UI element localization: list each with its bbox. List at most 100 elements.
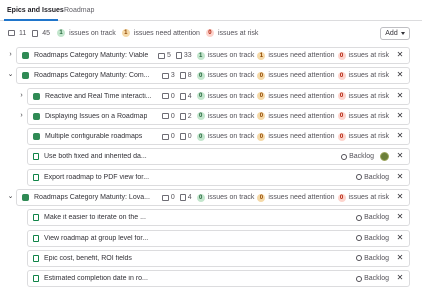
close-icon[interactable]: ✕ (396, 253, 404, 262)
risk-badge: 0 (337, 71, 346, 80)
epic-meta: 0 2 0 issues on track 0 issues need attent… (161, 109, 389, 124)
attention-badge: 1 (121, 29, 130, 37)
tab-roadmap[interactable]: Roadmap (64, 7, 94, 14)
child-epic-count: 5 (166, 52, 171, 59)
issue-row[interactable]: Epic cost, benefit, ROI fields Backlog ✕ (27, 249, 410, 267)
close-icon[interactable]: ✕ (396, 233, 404, 242)
chevron-right-icon[interactable]: › (18, 92, 25, 99)
close-icon[interactable]: ✕ (396, 71, 404, 79)
epic-icon (161, 194, 169, 201)
issue-row[interactable]: Use both fixed and inherited da... Backl… (27, 148, 410, 166)
add-button[interactable]: Add (380, 27, 410, 40)
epic-meta: 0 0 0 issues on track 0 issues need attent… (161, 129, 389, 144)
epic-title[interactable]: Roadmaps Category Maturity: Com... (34, 72, 150, 79)
child-epic-count: 0 (170, 112, 175, 120)
epic-icon (22, 194, 29, 202)
epic-row[interactable]: Roadmaps Category Maturity: Com... 3 8 0… (16, 67, 410, 85)
epic-row[interactable]: Roadmaps Category Maturity: Lova... 0 4 … (16, 189, 410, 207)
issue-icon (179, 112, 186, 120)
issue-row[interactable]: Make it easier to iterate on the ... Bac… (27, 209, 410, 227)
avatar[interactable] (380, 152, 389, 162)
chevron-down-icon[interactable]: ⌄ (7, 193, 14, 200)
epic-icon (33, 92, 40, 100)
risk-label: issues at risk (348, 112, 389, 120)
milestone-status: Backlog (364, 234, 389, 242)
issue-meta: Backlog (356, 251, 389, 266)
epic-title[interactable]: Reactive and Real Time interacti... (45, 93, 152, 100)
epic-row[interactable]: Reactive and Real Time interacti... 0 4 … (27, 87, 410, 105)
issue-icon (179, 72, 186, 80)
issue-row[interactable]: View roadmap at group level for... Backl… (27, 229, 410, 247)
epic-row[interactable]: Multiple configurable roadmaps 0 0 0 issu… (27, 128, 410, 146)
list-item: Use both fixed and inherited da... Backl… (0, 146, 422, 166)
summary-bar: 11 45 1 issues on track 1 issues need at… (8, 26, 258, 40)
close-icon[interactable]: ✕ (396, 274, 404, 282)
issue-title[interactable]: View roadmap at group level for... (44, 235, 148, 242)
close-icon[interactable]: ✕ (396, 152, 404, 160)
issue-open-icon (33, 254, 39, 262)
close-icon[interactable]: ✕ (396, 91, 404, 100)
issue-title[interactable]: Use both fixed and inherited da... (44, 153, 147, 160)
epic-icon (8, 30, 15, 36)
close-icon[interactable]: ✕ (396, 111, 404, 120)
epic-title[interactable]: Displaying Issues on a Roadmap (45, 113, 147, 120)
on-track-label: issues on track (207, 92, 255, 100)
clock-icon (356, 255, 363, 262)
list-item: › Displaying Issues on a Roadmap 0 2 0 is… (0, 106, 422, 126)
close-icon[interactable]: ✕ (396, 213, 404, 221)
risk-badge: 0 (337, 193, 346, 202)
issue-count: 45 (42, 29, 51, 37)
issue-title[interactable]: Estimated completion date in ro... (44, 275, 148, 282)
close-icon[interactable]: ✕ (396, 51, 404, 59)
on-track-badge: 0 (196, 92, 205, 101)
active-tab-underline (4, 19, 58, 21)
issue-row[interactable]: Export roadmap to PDF view for... Backlo… (27, 168, 410, 186)
attention-badge: 0 (257, 193, 266, 202)
close-icon[interactable]: ✕ (396, 132, 404, 140)
on-track-label: issues on track (207, 194, 255, 202)
milestone-status: Backlog (364, 214, 389, 222)
child-issue-count: 33 (183, 52, 192, 59)
issue-title[interactable]: Make it easier to iterate on the ... (44, 214, 146, 221)
chevron-right-icon[interactable]: › (7, 51, 14, 58)
on-track-badge: 0 (196, 132, 205, 141)
epic-row[interactable]: Roadmaps Category Maturity: Viable 5 33 … (16, 47, 410, 64)
attention-badge: 0 (257, 92, 266, 101)
chevron-right-icon[interactable]: › (18, 112, 25, 119)
child-issue-count: 2 (187, 112, 192, 120)
clock-icon (356, 275, 363, 282)
close-icon[interactable]: ✕ (396, 193, 404, 201)
close-icon[interactable]: ✕ (396, 172, 404, 181)
issue-icon (179, 92, 186, 100)
child-issue-count: 8 (187, 72, 192, 80)
epic-title[interactable]: Multiple configurable roadmaps (45, 133, 142, 140)
epic-meta: 0 4 0 issues on track 0 issues need attent… (161, 89, 389, 104)
clock-icon (356, 235, 363, 242)
attention-label: issues need attention (268, 72, 335, 80)
attention-badge: 1 (257, 51, 266, 60)
issue-row[interactable]: Estimated completion date in ro... Backl… (27, 270, 410, 288)
list-item: View roadmap at group level for... Backl… (0, 228, 422, 248)
attention-badge: 0 (257, 71, 266, 80)
milestone-status: Backlog (364, 275, 389, 283)
issue-title[interactable]: Export roadmap to PDF view for... (44, 174, 149, 181)
issue-meta: Backlog (356, 271, 389, 286)
risk-badge: 0 (205, 29, 214, 37)
tab-epics-and-issues[interactable]: Epics and Issues (7, 7, 64, 14)
on-track-badge: 1 (57, 29, 66, 37)
chevron-down-icon[interactable]: ⌄ (7, 71, 14, 78)
add-button-label: Add (385, 30, 398, 37)
issue-open-icon (33, 153, 39, 161)
on-track-badge: 1 (196, 51, 205, 60)
epic-title[interactable]: Roadmaps Category Maturity: Lova... (34, 194, 150, 201)
list-item: Multiple configurable roadmaps 0 0 0 issu… (0, 126, 422, 146)
epic-row[interactable]: Displaying Issues on a Roadmap 0 2 0 issu… (27, 107, 410, 125)
epic-title[interactable]: Roadmaps Category Maturity: Viable (34, 52, 148, 59)
list-item: Make it easier to iterate on the ... Bac… (0, 207, 422, 227)
attention-label: issues need attention (268, 52, 335, 59)
child-epic-count: 0 (170, 92, 175, 100)
issue-meta: Backlog (356, 231, 389, 246)
chevron-down-icon (400, 32, 405, 35)
issue-open-icon (33, 275, 39, 283)
issue-title[interactable]: Epic cost, benefit, ROI fields (44, 255, 132, 262)
